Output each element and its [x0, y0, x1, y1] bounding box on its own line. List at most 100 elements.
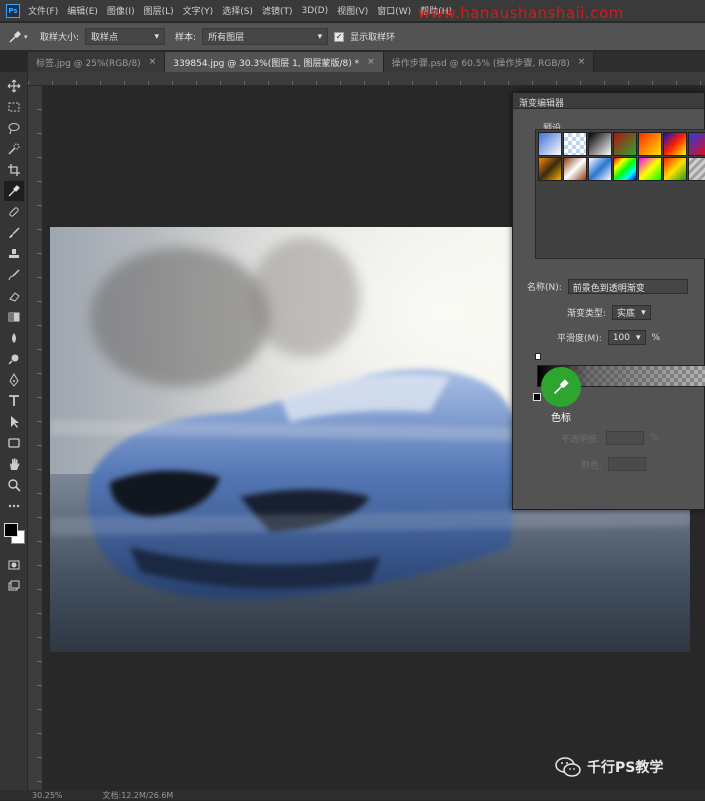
- menu-layer[interactable]: 图层(L): [144, 4, 174, 17]
- name-label: 名称(N):: [527, 283, 562, 293]
- sample-size-label: 取样大小:: [40, 33, 80, 43]
- close-icon[interactable]: ×: [149, 57, 157, 67]
- brand-watermark: 千行PS教学: [555, 756, 663, 778]
- brand-name: 千行PS教学: [587, 760, 664, 776]
- hand-tool-icon[interactable]: [4, 454, 24, 474]
- quick-selection-tool-icon[interactable]: [4, 139, 24, 159]
- opacity-row: 不透明度: %: [561, 431, 659, 445]
- smoothness-select[interactable]: 100 ▾: [607, 330, 646, 345]
- brush-tool-icon[interactable]: [4, 223, 24, 243]
- menu-select[interactable]: 选择(S): [222, 4, 253, 17]
- tab-label: 标签.jpg @ 25%(RGB/8): [36, 58, 141, 69]
- chevron-down-icon: ▾: [641, 307, 646, 318]
- gradient-preset-swatch[interactable]: [563, 157, 587, 181]
- gradient-preset-swatch[interactable]: [538, 132, 562, 156]
- tools-panel: [0, 72, 28, 790]
- clone-stamp-tool-icon[interactable]: [4, 244, 24, 264]
- show-ring-label: 显示取样环: [350, 33, 396, 43]
- gradient-preset-swatch[interactable]: [638, 157, 662, 181]
- dialog-title: 渐变编辑器: [513, 93, 704, 109]
- show-ring-checkbox[interactable]: ✓: [334, 31, 345, 42]
- gradient-editor-dialog: 渐变编辑器 预设 名称(N): 前景色到透明渐变 渐变类型: 实底 ▾ 平滑度(…: [512, 92, 705, 510]
- presets-grid: [535, 129, 705, 259]
- screen-mode-icon[interactable]: [4, 576, 24, 596]
- marquee-tool-icon[interactable]: [4, 97, 24, 117]
- smoothness-label: 平滑度(M):: [557, 334, 602, 344]
- gradient-type-label: 渐变类型:: [567, 309, 607, 319]
- blur-tool-icon[interactable]: [4, 328, 24, 348]
- gradient-name-field[interactable]: 前景色到透明渐变: [567, 279, 688, 294]
- menu-edit[interactable]: 编辑(E): [67, 4, 98, 17]
- gradient-preset-swatch[interactable]: [538, 157, 562, 181]
- gradient-preset-swatch[interactable]: [688, 157, 705, 181]
- gradient-preset-swatch[interactable]: [588, 132, 612, 156]
- eraser-tool-icon[interactable]: [4, 286, 24, 306]
- sample-label: 样本:: [175, 33, 197, 43]
- vertical-ruler: [28, 86, 42, 790]
- gradient-preset-swatch[interactable]: [613, 132, 637, 156]
- crop-tool-icon[interactable]: [4, 160, 24, 180]
- smoothness-value: 100: [612, 332, 631, 343]
- history-brush-tool-icon[interactable]: [4, 265, 24, 285]
- color-stop-callout: 色标: [551, 413, 571, 424]
- foreground-color-swatch[interactable]: [3, 523, 18, 537]
- opacity-field: [606, 431, 645, 445]
- close-icon[interactable]: ×: [367, 57, 375, 67]
- close-icon[interactable]: ×: [578, 57, 586, 67]
- gradient-preset-swatch[interactable]: [688, 132, 705, 156]
- gradient-preset-swatch[interactable]: [563, 132, 587, 156]
- smoothness-row: 平滑度(M): 100 ▾ %: [557, 330, 660, 345]
- menu-view[interactable]: 视图(V): [337, 4, 368, 17]
- more-tools-icon[interactable]: [4, 496, 24, 516]
- gradient-tool-icon[interactable]: [4, 307, 24, 327]
- document-tabs: 标签.jpg @ 25%(RGB/8) × 339854.jpg @ 30.3%…: [28, 52, 705, 72]
- rectangle-tool-icon[interactable]: [4, 433, 24, 453]
- tab-document-2[interactable]: 339854.jpg @ 30.3%(图层 1, 图层蒙版/8) * ×: [165, 52, 384, 72]
- healing-brush-tool-icon[interactable]: [4, 202, 24, 222]
- smoothness-unit: %: [651, 332, 661, 343]
- color-field: [608, 457, 647, 471]
- status-bar: 30.25% 文档:12.2M/26.6M: [0, 790, 705, 800]
- menu-image[interactable]: 图像(I): [107, 4, 135, 17]
- color-stop[interactable]: [533, 393, 541, 401]
- menu-type[interactable]: 文字(Y): [183, 4, 214, 17]
- quick-mask-icon[interactable]: [4, 555, 24, 575]
- eyedropper-icon: [553, 379, 569, 395]
- tab-document-1[interactable]: 标签.jpg @ 25%(RGB/8) ×: [28, 52, 166, 72]
- chevron-down-icon: ▾: [154, 31, 160, 42]
- gradient-preset-swatch[interactable]: [663, 157, 687, 181]
- type-tool-icon[interactable]: [4, 391, 24, 411]
- sample-select[interactable]: 所有图层 ▾: [202, 28, 329, 45]
- gradient-preset-swatch[interactable]: [638, 132, 662, 156]
- menu-window[interactable]: 窗口(W): [377, 4, 411, 17]
- path-selection-tool-icon[interactable]: [4, 412, 24, 432]
- menu-file[interactable]: 文件(F): [28, 4, 58, 17]
- eyedropper-tool-icon[interactable]: [3, 181, 24, 201]
- eyedropper-icon[interactable]: ▾: [8, 30, 34, 44]
- opacity-stop[interactable]: [535, 353, 541, 360]
- lasso-tool-icon[interactable]: [4, 118, 24, 138]
- color-row: 颜色:: [581, 457, 647, 471]
- pen-tool-icon[interactable]: [4, 370, 24, 390]
- gradient-type-value: 实底: [617, 309, 636, 319]
- photoshop-logo: Ps: [6, 3, 20, 18]
- sample-value: 所有图层: [208, 33, 245, 43]
- gradient-preset-swatch[interactable]: [613, 157, 637, 181]
- chevron-down-icon: ▾: [636, 332, 641, 343]
- zoom-tool-icon[interactable]: [4, 475, 24, 495]
- dodge-tool-icon[interactable]: [4, 349, 24, 369]
- menu-3d[interactable]: 3D(D): [301, 6, 328, 16]
- move-tool-icon[interactable]: [4, 76, 24, 96]
- gradient-preset-swatch[interactable]: [663, 132, 687, 156]
- menu-filter[interactable]: 滤镜(T): [262, 4, 293, 17]
- opacity-unit: %: [650, 433, 659, 443]
- sample-size-select[interactable]: 取样点 ▾: [85, 28, 166, 45]
- tab-document-3[interactable]: 操作步骤.psd @ 60.5% (操作步骤, RGB/8) ×: [383, 52, 595, 72]
- color-swatches[interactable]: [2, 521, 26, 549]
- name-row: 名称(N): 前景色到透明渐变: [527, 279, 688, 294]
- gradient-type-select[interactable]: 实底 ▾: [612, 305, 651, 320]
- horizontal-ruler: [28, 72, 705, 86]
- tab-label: 操作步骤.psd @ 60.5% (操作步骤, RGB/8): [391, 58, 570, 69]
- color-label: 颜色:: [581, 460, 603, 471]
- gradient-preset-swatch[interactable]: [588, 157, 612, 181]
